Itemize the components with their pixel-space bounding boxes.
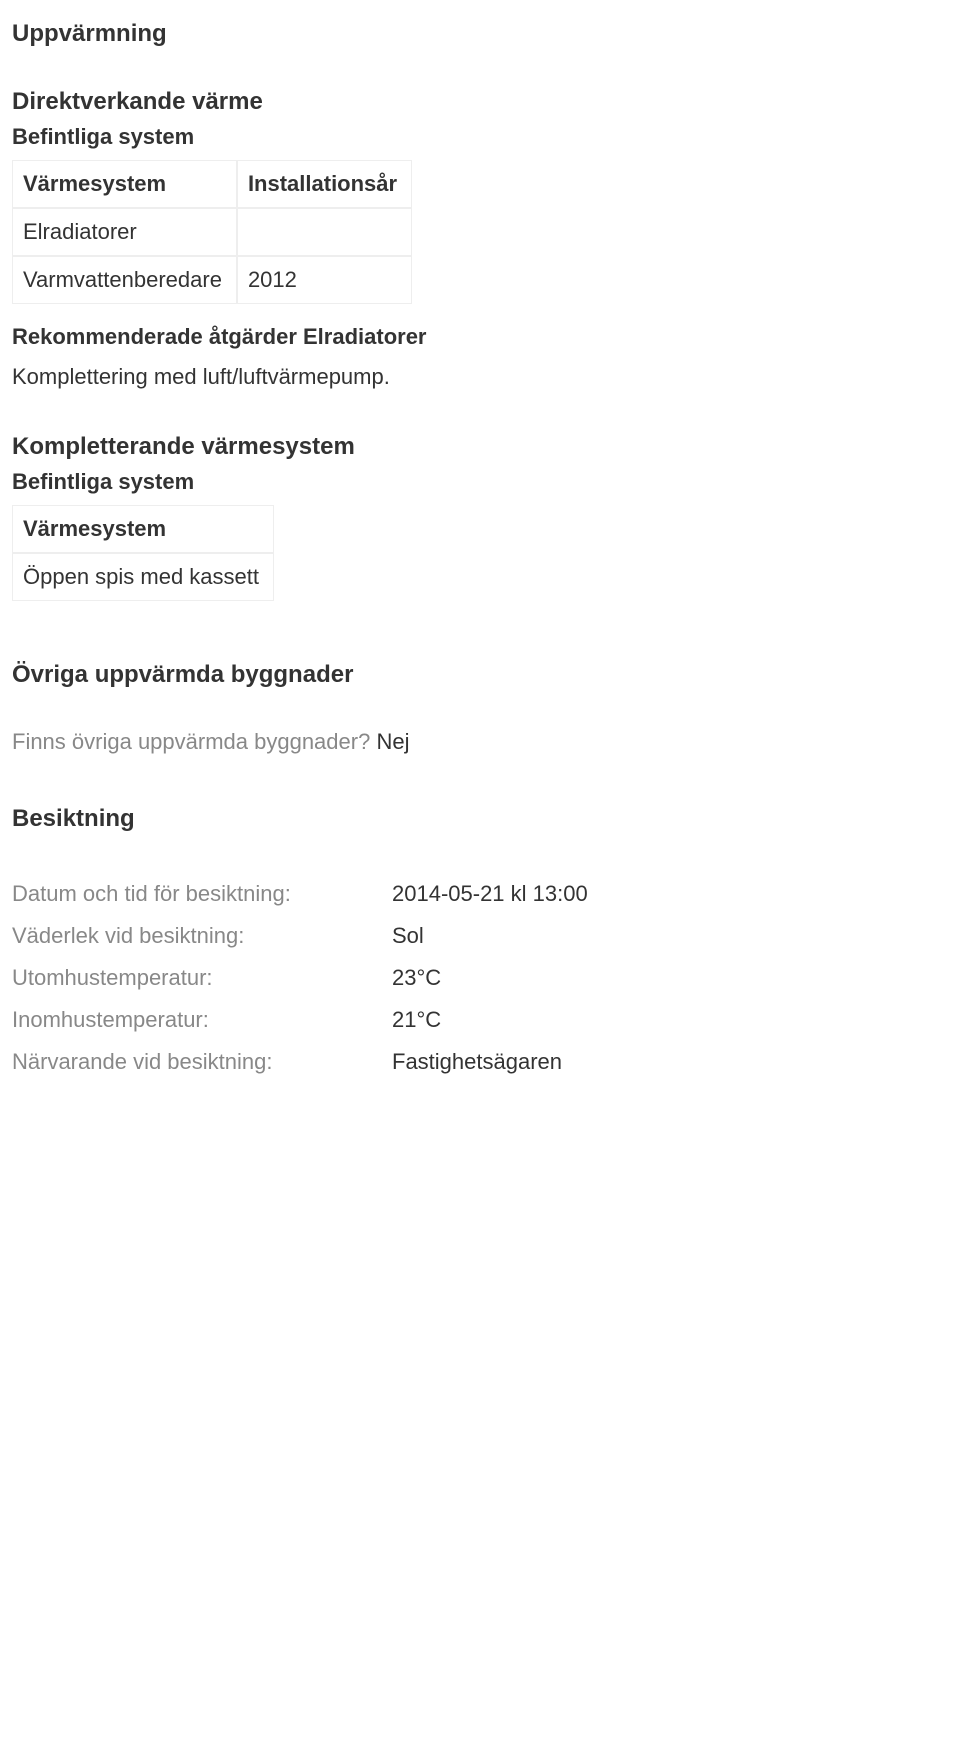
- inspection-value: 2014-05-21 kl 13:00: [392, 873, 588, 915]
- table-header: Värmesystem: [12, 505, 274, 553]
- table-cell: [237, 208, 412, 256]
- table-cell: Öppen spis med kassett: [12, 553, 274, 601]
- inspection-value: 21°C: [392, 999, 588, 1041]
- other-heated-buildings-qa: Finns övriga uppvärmda byggnader? Nej: [12, 729, 920, 755]
- table-row: Väderlek vid besiktning: Sol: [12, 915, 588, 957]
- table-row: Inomhustemperatur: 21°C: [12, 999, 588, 1041]
- inspection-value: 23°C: [392, 957, 588, 999]
- inspection-title: Besiktning: [12, 805, 920, 833]
- table-row: Närvarande vid besiktning: Fastighetsäga…: [12, 1041, 588, 1083]
- table-header: Värmesystem: [12, 160, 237, 208]
- table-row: Utomhustemperatur: 23°C: [12, 957, 588, 999]
- direct-heating-table: Värmesystem Installationsår Elradiatorer…: [12, 160, 412, 304]
- table-cell: 2012: [237, 256, 412, 304]
- inspection-details-table: Datum och tid för besiktning: 2014-05-21…: [12, 873, 588, 1083]
- other-heated-buildings-title: Övriga uppvärmda byggnader: [12, 661, 920, 689]
- table-row: Öppen spis med kassett: [12, 553, 274, 601]
- table-row: Datum och tid för besiktning: 2014-05-21…: [12, 873, 588, 915]
- table-cell: Varmvattenberedare: [12, 256, 237, 304]
- inspection-value: Sol: [392, 915, 588, 957]
- inspection-key: Datum och tid för besiktning:: [12, 873, 392, 915]
- heating-title: Uppvärmning: [12, 20, 920, 48]
- table-row: Elradiatorer: [12, 208, 412, 256]
- recommended-actions-text: Komplettering med luft/luftvärmepump.: [12, 360, 920, 393]
- table-header: Installationsår: [237, 160, 412, 208]
- complementary-heating-title: Kompletterande värmesystem: [12, 433, 920, 461]
- existing-systems-label-2: Befintliga system: [12, 469, 920, 495]
- answer-value: Nej: [376, 729, 409, 754]
- recommended-actions-title: Rekommenderade åtgärder Elradiatorer: [12, 324, 920, 350]
- inspection-key: Inomhustemperatur:: [12, 999, 392, 1041]
- table-row: Varmvattenberedare 2012: [12, 256, 412, 304]
- inspection-value: Fastighetsägaren: [392, 1041, 588, 1083]
- inspection-key: Utomhustemperatur:: [12, 957, 392, 999]
- inspection-key: Väderlek vid besiktning:: [12, 915, 392, 957]
- complementary-heating-table: Värmesystem Öppen spis med kassett: [12, 505, 274, 601]
- existing-systems-label-1: Befintliga system: [12, 124, 920, 150]
- direct-heating-title: Direktverkande värme: [12, 88, 920, 116]
- inspection-key: Närvarande vid besiktning:: [12, 1041, 392, 1083]
- table-cell: Elradiatorer: [12, 208, 237, 256]
- question-label: Finns övriga uppvärmda byggnader?: [12, 729, 370, 754]
